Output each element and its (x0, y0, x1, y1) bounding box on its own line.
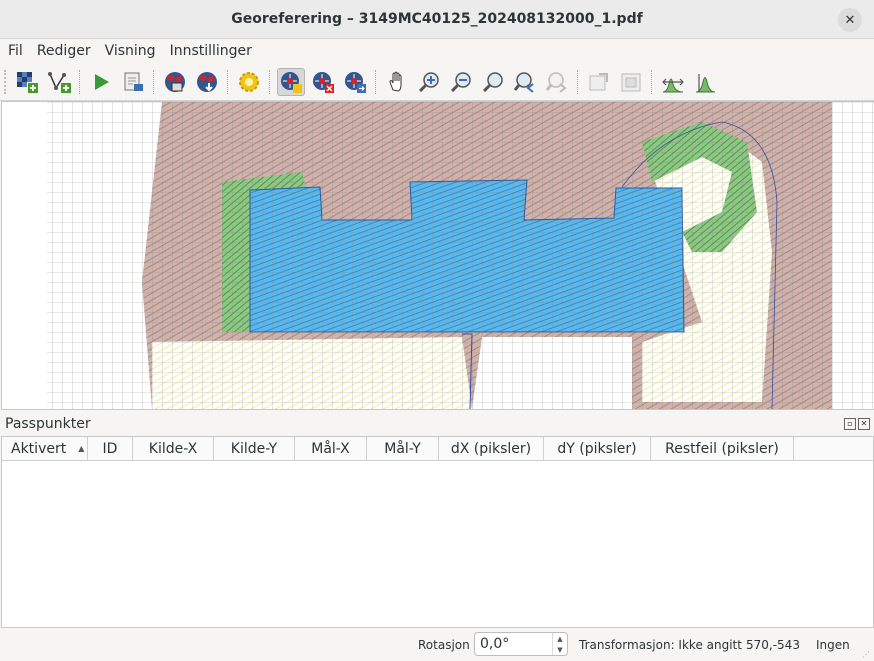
title-bar: Georeferering – 3149MC40125_202408132000… (0, 0, 874, 39)
spin-up-icon[interactable]: ▲ (557, 635, 562, 643)
rotation-spinbox[interactable]: 0,0° ▲ ▼ (474, 632, 568, 656)
transformation-status: Transformasjon: Ikke angitt (579, 637, 742, 652)
open-raster-icon (17, 72, 38, 93)
delete-point-icon (313, 72, 334, 93)
toolbar (0, 64, 874, 101)
full-histogram-stretch-icon (662, 78, 684, 93)
link-qgis-icon (621, 73, 641, 92)
close-icon: ✕ (844, 12, 856, 28)
column-header-source-x[interactable]: Kilde-X (133, 437, 214, 460)
menu-edit[interactable]: Rediger (31, 43, 97, 59)
column-header-residual[interactable]: Restfeil (piksler) (651, 437, 794, 460)
generate-gdal-script-button[interactable] (119, 68, 147, 96)
sort-ascending-icon: ▲ (78, 444, 85, 453)
toolbar-separator (269, 70, 271, 94)
menu-bar: Fil Rediger Visning Innstillinger (0, 39, 874, 63)
toolbar-separator (375, 70, 377, 94)
local-histogram-stretch-icon (695, 74, 716, 93)
transformation-settings-icon (239, 72, 259, 92)
menu-view[interactable]: Visning (99, 43, 162, 59)
panel-splitter[interactable] (0, 409, 874, 415)
full-histogram-stretch-button[interactable] (659, 68, 687, 96)
link-qgis-button (617, 68, 645, 96)
georeferenced-drawing-image (47, 102, 874, 409)
column-header-enabled[interactable]: Aktivert ▲ (2, 437, 88, 460)
coordinate-readout: 570,-543 (746, 637, 800, 652)
status-bar: Rotasjon 0,0° ▲ ▼ Transformasjon: Ikke a… (0, 628, 874, 661)
resize-grip[interactable]: ⋰ (862, 650, 870, 659)
pan-button[interactable] (383, 68, 411, 96)
add-point-button[interactable] (277, 68, 305, 96)
zoom-next-button (543, 68, 571, 96)
transformation-settings-button[interactable] (235, 68, 263, 96)
link-georeferencer-button (585, 68, 613, 96)
start-georeferencing-icon (48, 72, 71, 93)
menu-file[interactable]: Fil (2, 43, 29, 59)
move-gcp-point-button[interactable] (341, 68, 369, 96)
load-gcp-points-button[interactable] (161, 68, 189, 96)
crs-button[interactable]: Ingen (816, 638, 850, 652)
delete-point-button[interactable] (309, 68, 337, 96)
play-icon (95, 74, 109, 90)
close-panel-button[interactable]: ✕ (858, 418, 870, 430)
spin-arrows[interactable]: ▲ ▼ (552, 633, 567, 655)
float-icon: ▫ (847, 419, 853, 428)
spin-down-icon[interactable]: ▼ (557, 646, 562, 654)
zoom-to-layer-button[interactable] (479, 68, 507, 96)
toolbar-separator (577, 70, 579, 94)
local-histogram-stretch-button[interactable] (691, 68, 719, 96)
column-header-dest-x[interactable]: Mål-X (295, 437, 367, 460)
zoom-last-button[interactable] (511, 68, 539, 96)
map-canvas[interactable] (1, 101, 874, 410)
column-header-dx[interactable]: dX (piksler) (439, 437, 544, 460)
open-vector-button[interactable] (45, 68, 73, 96)
table-header: Aktivert ▲ ID Kilde-X Kilde-Y Mål-X Mål-… (2, 437, 873, 461)
rotation-label: Rotasjon (418, 637, 470, 652)
pan-icon (389, 71, 402, 92)
zoom-last-icon (513, 72, 534, 93)
link-georeferencer-icon (589, 73, 608, 91)
zoom-out-icon (450, 72, 471, 93)
save-gcp-points-icon (197, 72, 217, 92)
move-gcp-point-icon (345, 72, 366, 93)
add-point-icon (281, 72, 302, 93)
save-gcp-points-button[interactable] (193, 68, 221, 96)
start-georeferencing-button[interactable] (87, 68, 115, 96)
toolbar-separator (227, 70, 229, 94)
toolbar-handle[interactable] (4, 70, 9, 94)
float-panel-button[interactable]: ▫ (844, 418, 856, 430)
load-gcp-points-icon (165, 72, 185, 92)
toolbar-separator (153, 70, 155, 94)
column-header-id[interactable]: ID (88, 437, 133, 460)
toolbar-separator (79, 70, 81, 94)
generate-gdal-script-icon (124, 72, 143, 91)
column-header-dest-y[interactable]: Mål-Y (367, 437, 439, 460)
gcp-table[interactable]: Aktivert ▲ ID Kilde-X Kilde-Y Mål-X Mål-… (1, 436, 874, 628)
window-title: Georeferering – 3149MC40125_202408132000… (231, 11, 643, 27)
column-header-source-y[interactable]: Kilde-Y (214, 437, 295, 460)
zoom-in-icon (418, 72, 439, 93)
open-raster-button[interactable] (13, 68, 41, 96)
gcp-panel-title: Passpunkter (5, 416, 91, 432)
zoom-to-layer-icon (482, 72, 503, 93)
menu-settings[interactable]: Innstillinger (164, 43, 258, 59)
close-icon: ✕ (860, 419, 868, 428)
zoom-in-button[interactable] (415, 68, 443, 96)
zoom-out-button[interactable] (447, 68, 475, 96)
close-button[interactable]: ✕ (838, 8, 862, 32)
dock-buttons: ▫ ✕ (844, 418, 870, 430)
toolbar-separator (651, 70, 653, 94)
zoom-next-icon (545, 72, 567, 93)
column-header-dy[interactable]: dY (piksler) (544, 437, 651, 460)
rotation-value: 0,0° (480, 636, 510, 652)
